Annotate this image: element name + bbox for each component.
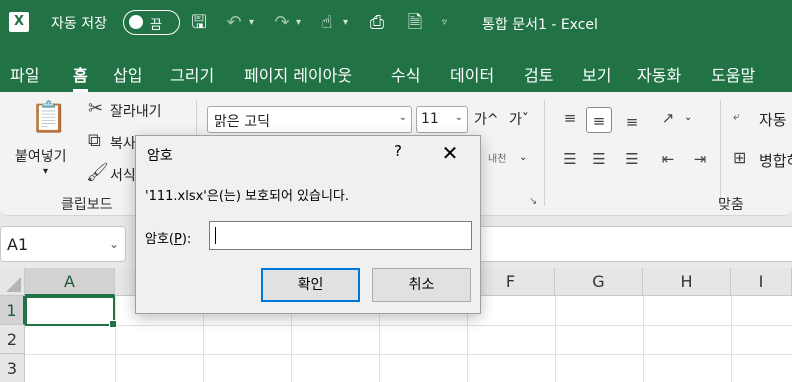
align-right-icon[interactable]: ☰	[619, 146, 645, 172]
decrease-indent-icon[interactable]: ⇤	[655, 146, 681, 172]
ok-button[interactable]: 확인	[261, 268, 360, 302]
format-painter-label[interactable]: 서식	[110, 165, 136, 185]
paste-label[interactable]: 붙여넣기	[15, 146, 67, 166]
undo-dropdown-icon[interactable]: ▾	[249, 12, 254, 34]
tab-draw[interactable]: 그리기	[170, 62, 214, 86]
name-box-value: A1	[7, 235, 29, 254]
gridline	[115, 296, 116, 382]
cut-label[interactable]: 잘라내기	[110, 101, 162, 121]
align-middle-icon[interactable]: ≡	[586, 107, 612, 133]
chevron-down-icon: ⌄	[454, 112, 463, 123]
align-top-icon[interactable]: ≡	[557, 105, 583, 131]
select-all-button[interactable]	[0, 268, 25, 296]
gridline	[731, 296, 732, 382]
close-icon[interactable]: ✕	[437, 140, 463, 166]
column-header-a[interactable]: A	[25, 268, 115, 296]
wrap-text-label[interactable]: 자동	[759, 109, 787, 130]
title-bar: X 자동 저장 끔 🖫 ↶ ▾ ↷ ▾ ☝ ▾ ⎙ 🗎 ▿ 통합 문서1 - E…	[0, 0, 792, 46]
cancel-button[interactable]: 취소	[372, 268, 471, 302]
font-name-value: 맑은 고딕	[214, 114, 270, 130]
dialog-launcher-icon[interactable]: ↘	[529, 196, 537, 207]
decrease-font-icon[interactable]: 가ˇ	[509, 109, 529, 129]
toggle-knob	[129, 15, 143, 29]
tab-page-layout[interactable]: 페이지 레이아웃	[244, 62, 352, 86]
tab-automate[interactable]: 자동화	[637, 62, 681, 86]
divider	[720, 100, 721, 206]
font-name-select[interactable]: 맑은 고딕 ⌄	[207, 106, 412, 133]
align-center-icon[interactable]: ☰	[586, 146, 612, 172]
format-painter-icon[interactable]: 🖌	[86, 162, 109, 183]
tab-file[interactable]: 파일	[10, 62, 39, 86]
protection-message: '111.xlsx'은(는) 보호되어 있습니다.	[145, 189, 350, 204]
autosave-label: 자동 저장	[51, 16, 107, 32]
dialog-title: 암호	[147, 148, 173, 164]
tab-data[interactable]: 데이터	[450, 62, 494, 86]
merge-center-label[interactable]: 병합하	[759, 150, 792, 171]
column-header-g[interactable]: G	[555, 268, 643, 296]
gridline	[25, 354, 792, 355]
chevron-down-icon: ⌄	[108, 237, 119, 251]
print-preview-icon[interactable]: ⎙	[365, 10, 389, 36]
tab-insert[interactable]: 삽입	[113, 62, 142, 86]
paste-dropdown-icon[interactable]: ▾	[43, 166, 48, 177]
alignment-group-label: 맞춤	[718, 197, 744, 213]
copy-icon[interactable]: ⧉	[88, 130, 101, 151]
increase-font-icon[interactable]: 가^	[474, 109, 499, 129]
document-title: 통합 문서1 - Excel	[482, 17, 598, 33]
formula-input[interactable]	[480, 226, 792, 262]
clipboard-group-label: 클립보드	[61, 197, 113, 213]
chevron-down-icon[interactable]: ⌄	[519, 152, 527, 163]
font-size-value: 11	[421, 111, 439, 127]
orientation-icon[interactable]: ↗	[655, 105, 681, 131]
name-box[interactable]: A1 ⌄	[0, 226, 126, 262]
row-header-2[interactable]: 2	[0, 325, 25, 354]
password-label: 암호(P):	[145, 228, 191, 247]
gridline	[643, 296, 644, 382]
cut-icon[interactable]: ✂	[88, 98, 103, 119]
undo-icon[interactable]: ↶	[222, 10, 246, 36]
excel-logo-icon: X	[9, 12, 29, 32]
password-label-suffix: ):	[181, 232, 192, 247]
customize-toolbar-icon[interactable]: ▿	[442, 12, 447, 34]
copy-label[interactable]: 복사	[110, 133, 136, 153]
password-label-accesskey: P	[174, 232, 182, 247]
row-header-1[interactable]: 1	[0, 296, 25, 325]
redo-icon[interactable]: ↷	[270, 10, 294, 36]
selected-cell[interactable]	[25, 296, 117, 328]
align-left-icon[interactable]: ☰	[557, 146, 583, 172]
paste-icon[interactable]: 📋	[30, 100, 67, 135]
tab-home[interactable]: 홈	[73, 62, 88, 92]
divider	[544, 100, 545, 206]
autosave-state: 끔	[150, 18, 162, 33]
document-icon[interactable]: 🗎	[403, 10, 427, 36]
password-input[interactable]	[209, 221, 472, 250]
align-bottom-icon[interactable]: ≡	[619, 109, 645, 135]
row-header-3[interactable]: 3	[0, 354, 25, 382]
autosave-toggle[interactable]: 끔	[123, 10, 180, 35]
tab-help[interactable]: 도움말	[711, 62, 755, 86]
save-icon[interactable]: 🖫	[187, 10, 211, 36]
ribbon-tabs: 파일 홈 삽입 그리기 페이지 레이아웃 수식 데이터 검토 보기 자동화 도움…	[0, 46, 792, 92]
merge-center-icon[interactable]: ⊞	[733, 148, 746, 167]
touch-dropdown-icon[interactable]: ▾	[343, 12, 348, 34]
chevron-down-icon: ⌄	[398, 112, 407, 123]
column-header-h[interactable]: H	[643, 268, 731, 296]
password-label-prefix: 암호(	[145, 232, 174, 247]
password-dialog: 암호 ? ✕ '111.xlsx'은(는) 보호되어 있습니다. 암호(P): …	[135, 135, 481, 314]
gridline	[25, 325, 792, 326]
increase-indent-icon[interactable]: ⇥	[687, 146, 713, 172]
chevron-down-icon[interactable]: ⌄	[684, 112, 692, 123]
tab-view[interactable]: 보기	[582, 62, 611, 86]
vertical-text-icon[interactable]: 내천	[488, 150, 506, 165]
tab-formulas[interactable]: 수식	[391, 62, 420, 86]
tab-review[interactable]: 검토	[524, 62, 553, 86]
gridline	[555, 296, 556, 382]
wrap-text-icon[interactable]: ⤶	[733, 109, 740, 124]
redo-dropdown-icon[interactable]: ▾	[296, 12, 301, 34]
help-icon[interactable]: ?	[388, 142, 408, 164]
font-size-select[interactable]: 11 ⌄	[416, 106, 468, 133]
column-header-i[interactable]: I	[731, 268, 792, 296]
text-cursor	[215, 227, 216, 244]
touch-mode-icon[interactable]: ☝	[315, 10, 339, 36]
